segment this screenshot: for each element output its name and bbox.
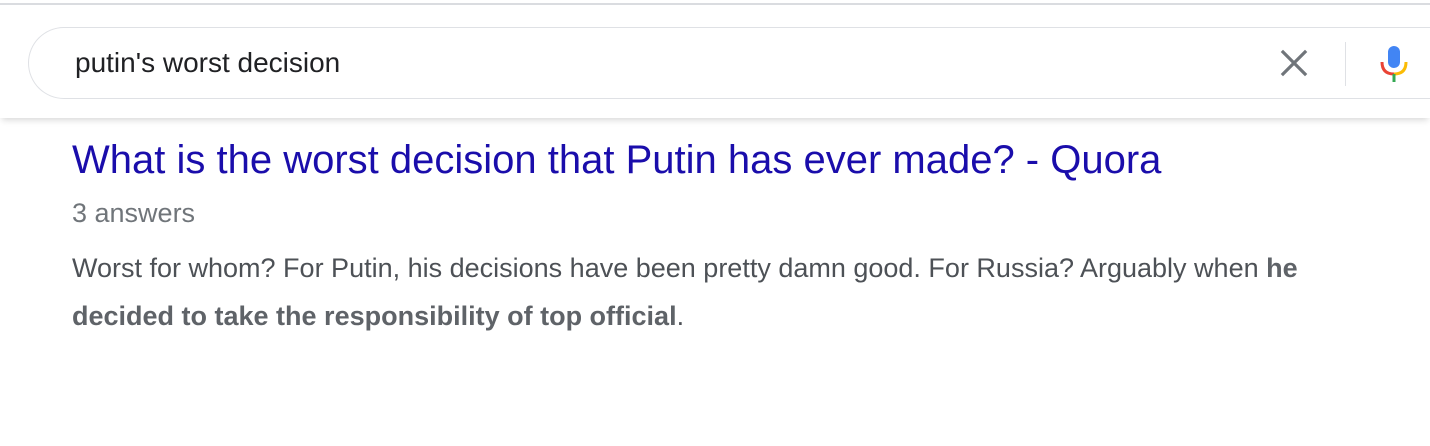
microphone-icon	[1380, 46, 1408, 82]
close-icon	[1280, 49, 1308, 77]
result-snippet: Worst for whom? For Putin, his decisions…	[72, 244, 1362, 340]
result-answer-count: 3 answers	[72, 198, 196, 228]
search-box[interactable]	[28, 27, 1430, 99]
clear-search-button[interactable]	[1277, 46, 1311, 80]
search-header	[0, 5, 1430, 118]
snippet-text: Worst for whom? For Putin, his decisions…	[72, 253, 1267, 283]
search-results-page: What is the worst decision that Putin ha…	[0, 0, 1430, 446]
search-input[interactable]	[75, 42, 1225, 84]
snippet-end: .	[676, 301, 685, 331]
search-box-divider	[1345, 42, 1346, 86]
voice-search-button[interactable]	[1375, 42, 1413, 86]
search-result: What is the worst decision that Putin ha…	[72, 136, 1402, 340]
result-title-link[interactable]: What is the worst decision that Putin ha…	[72, 136, 1402, 184]
